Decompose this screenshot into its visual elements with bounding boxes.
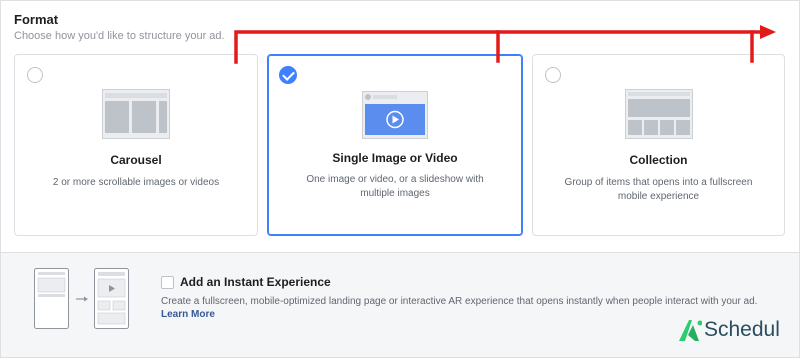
single-image-title: Single Image or Video <box>332 151 458 165</box>
format-header: Format Choose how you'd like to structur… <box>14 12 225 42</box>
section-subtitle: Choose how you'd like to structure your … <box>14 30 225 42</box>
single-image-description: One image or video, or a slideshow with … <box>306 174 484 199</box>
instant-experience-description-text: Create a fullscreen, mobile-optimized la… <box>161 296 758 307</box>
schedul-logo-icon <box>679 320 702 341</box>
collection-title: Collection <box>629 153 688 167</box>
carousel-title: Carousel <box>110 153 162 167</box>
collection-description: Group of items that opens into a fullscr… <box>564 177 753 202</box>
single-image-illustration-icon <box>362 91 428 139</box>
carousel-description: 2 or more scrollable images or videos <box>52 177 220 188</box>
instant-experience-illustration-icon <box>34 268 129 329</box>
brand-text: Schedul <box>704 318 780 341</box>
single-image-radio-checked[interactable] <box>279 66 297 84</box>
learn-more-link[interactable]: Learn More <box>161 309 215 320</box>
collection-radio[interactable] <box>545 67 561 83</box>
instant-experience-label: Add an Instant Experience <box>180 275 331 289</box>
format-option-collection[interactable]: Collection Group of items that opens int… <box>532 54 785 236</box>
format-option-carousel[interactable]: Carousel 2 or more scrollable images or … <box>14 54 258 236</box>
brand-watermark: Schedul <box>676 315 780 345</box>
collection-illustration-icon <box>624 89 693 139</box>
instant-experience-checkbox[interactable] <box>161 276 174 289</box>
section-title: Format <box>14 12 59 27</box>
carousel-illustration-icon <box>102 89 170 139</box>
carousel-radio[interactable] <box>27 67 43 83</box>
format-option-single-image-or-video[interactable]: Single Image or Video One image or video… <box>267 54 523 236</box>
